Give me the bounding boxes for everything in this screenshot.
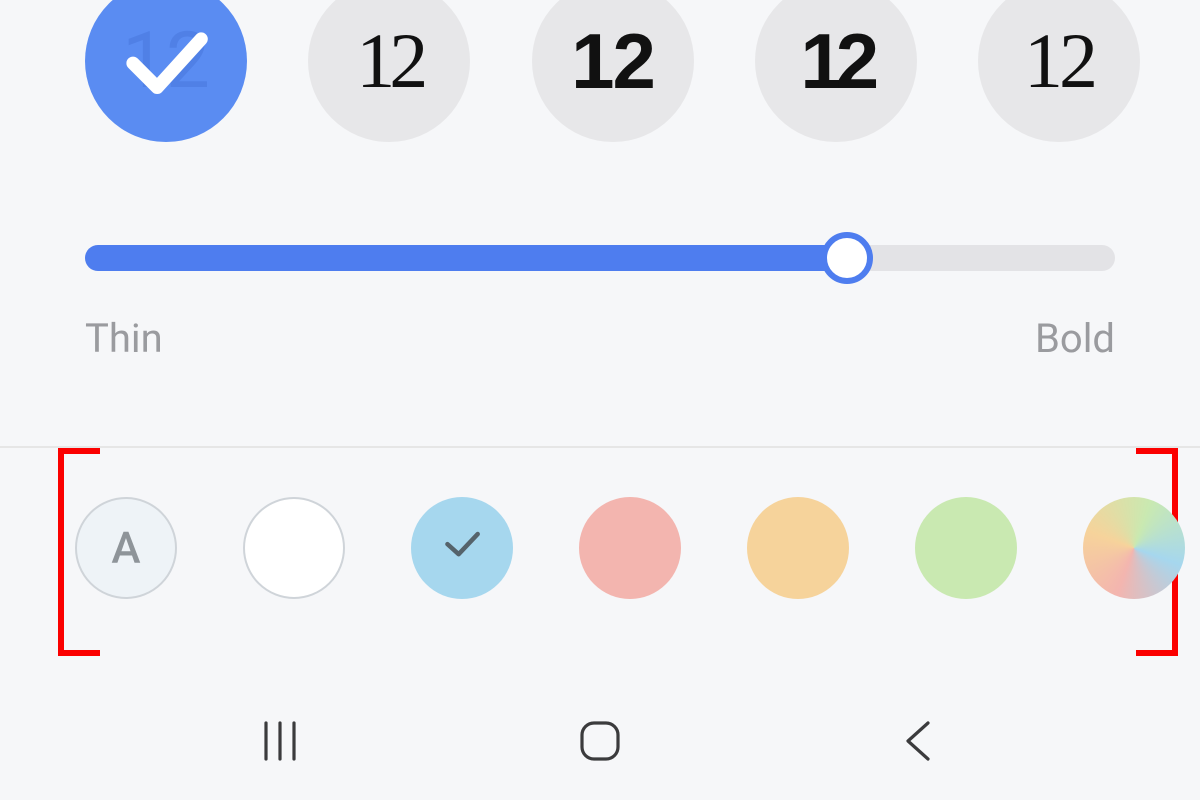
font-style-option-0[interactable]: 12 [85, 0, 247, 142]
check-icon [434, 515, 490, 582]
font-style-label: 12 [571, 16, 654, 107]
color-swatch-rainbow[interactable] [1083, 497, 1185, 599]
nav-back-button[interactable] [860, 711, 980, 771]
color-swatch-blue[interactable] [411, 497, 513, 599]
nav-home-button[interactable] [540, 711, 660, 771]
weight-slider-min-label: Thin [85, 315, 163, 362]
color-swatch-red[interactable] [579, 497, 681, 599]
color-swatch-auto-label: A [111, 522, 140, 574]
weight-slider-max-label: Bold [1035, 315, 1115, 362]
home-icon [572, 713, 628, 769]
recents-icon [252, 713, 308, 769]
color-swatch-auto[interactable]: A [75, 497, 177, 599]
font-style-option-4[interactable]: 12 [978, 0, 1140, 142]
font-style-row: 12 12 12 12 12 [85, 0, 1140, 142]
section-divider [0, 446, 1200, 448]
back-icon [892, 713, 948, 769]
font-style-option-1[interactable]: 12 [308, 0, 470, 142]
color-swatch-white[interactable] [243, 497, 345, 599]
color-swatch-orange[interactable] [747, 497, 849, 599]
font-style-label: 12 [356, 16, 422, 106]
font-style-label: 12 [122, 16, 210, 107]
system-nav-bar [0, 682, 1200, 800]
color-swatch-green[interactable] [915, 497, 1017, 599]
weight-slider-fill [85, 245, 847, 271]
font-style-label: 12 [1024, 16, 1094, 106]
nav-recents-button[interactable] [220, 711, 340, 771]
font-style-option-2[interactable]: 12 [532, 0, 694, 142]
color-swatch-row: A [75, 497, 1185, 599]
weight-slider: Thin Bold [85, 245, 1115, 362]
weight-slider-labels: Thin Bold [85, 315, 1115, 362]
weight-slider-track[interactable] [85, 245, 1115, 271]
font-style-option-3[interactable]: 12 [755, 0, 917, 142]
font-style-label: 12 [800, 16, 871, 107]
weight-slider-thumb[interactable] [821, 232, 873, 284]
